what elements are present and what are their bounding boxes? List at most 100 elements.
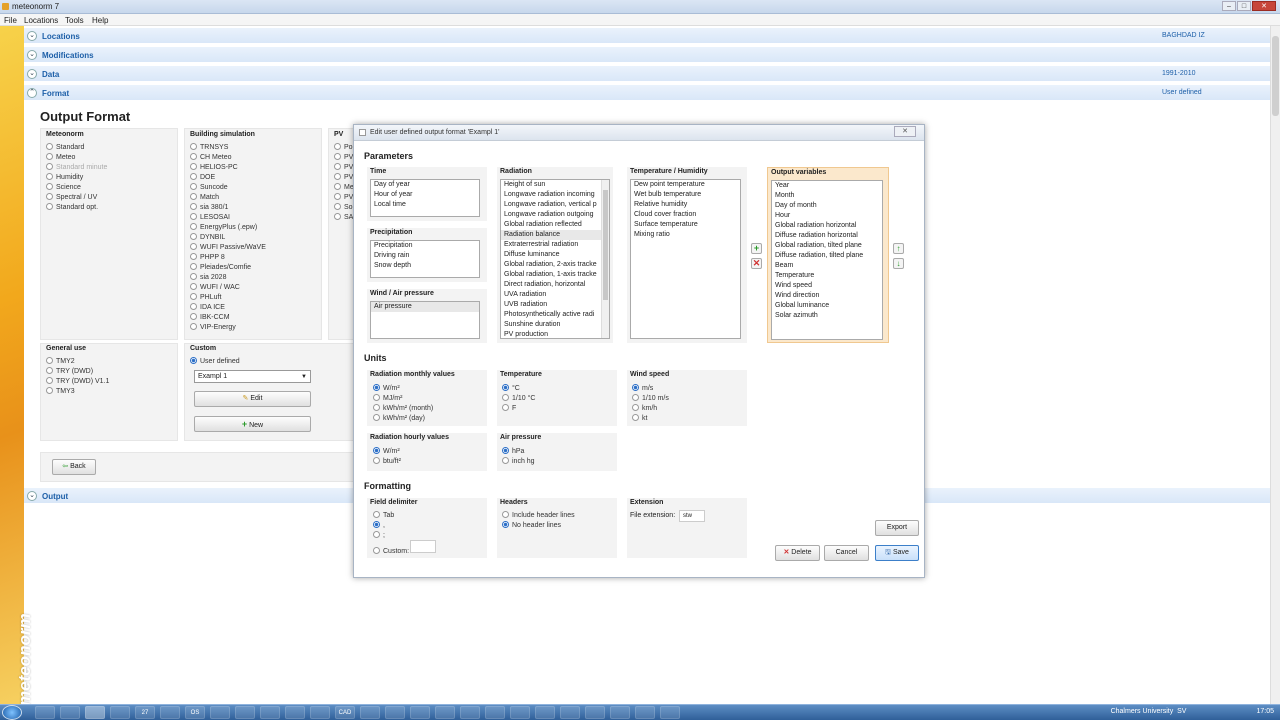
radio-temperature[interactable]: 1/10 °C — [502, 394, 535, 402]
list-item[interactable]: Height of sun — [501, 180, 609, 190]
list-item[interactable]: Sunshine duration — [501, 320, 609, 330]
radio-temperature[interactable]: °C — [502, 384, 520, 392]
radio-building-option[interactable]: HELIOS-PC — [190, 163, 238, 171]
radio-meteo[interactable]: Meteo — [46, 153, 75, 161]
radio-air-pressure[interactable]: inch hg — [502, 457, 535, 465]
radio-science[interactable]: Science — [46, 183, 81, 191]
list-item[interactable]: PV production — [501, 330, 609, 338]
taskbar-app-icon[interactable] — [585, 706, 605, 719]
list-item[interactable]: Day of year — [371, 180, 479, 190]
maximize-button[interactable]: □ — [1237, 1, 1251, 11]
list-item[interactable]: Radiation balance — [501, 230, 609, 240]
wind-list[interactable]: Air pressure — [370, 301, 480, 339]
taskbar-app-icon[interactable] — [660, 706, 680, 719]
taskbar-app-icon[interactable] — [35, 706, 55, 719]
list-item[interactable]: Temperature — [772, 271, 882, 281]
radio-rad-hourly[interactable]: W/m² — [373, 447, 400, 455]
radiation-list[interactable]: Height of sun Longwave radiation incoming… — [500, 179, 610, 339]
menu-locations[interactable]: Locations — [24, 16, 58, 25]
list-item[interactable]: Hour of year — [371, 190, 479, 200]
taskbar-app-icon[interactable] — [510, 706, 530, 719]
taskbar-app-icon[interactable] — [610, 706, 630, 719]
radio-building-option[interactable]: VIP-Energy — [190, 323, 236, 331]
chevron-down-icon[interactable]: ⌄ — [27, 31, 37, 41]
close-button[interactable]: ✕ — [1252, 1, 1276, 11]
list-item[interactable]: Air pressure — [371, 302, 479, 312]
list-item[interactable]: Direct radiation, horizontal — [501, 280, 609, 290]
precipitation-list[interactable]: Precipitation Driving rain Snow depth — [370, 240, 480, 278]
radio-pv-option[interactable]: So — [334, 203, 353, 211]
taskbar-app-icon[interactable] — [385, 706, 405, 719]
radio-try-dwd[interactable]: TRY (DWD) — [46, 367, 93, 375]
radio-field-delimiter[interactable]: Custom: — [373, 547, 409, 555]
list-item[interactable]: Month — [772, 191, 882, 201]
taskbar-app-icon[interactable] — [435, 706, 455, 719]
radio-building-option[interactable]: CH Meteo — [190, 153, 232, 161]
taskbar-app-icon[interactable] — [160, 706, 180, 719]
time-list[interactable]: Day of year Hour of year Local time — [370, 179, 480, 217]
list-item[interactable]: Diffuse radiation, tilted plane — [772, 251, 882, 261]
list-item[interactable]: Relative humidity — [631, 200, 740, 210]
menu-file[interactable]: File — [4, 16, 17, 25]
chevron-down-icon[interactable]: ⌄ — [27, 50, 37, 60]
export-button[interactable]: Export — [875, 520, 919, 536]
radio-wind-speed[interactable]: m/s — [632, 384, 653, 392]
radio-pv-option[interactable]: SA — [334, 213, 353, 221]
chevron-down-icon[interactable]: ⌄ — [27, 69, 37, 79]
radio-building-option[interactable]: WUFI Passive/WaVE — [190, 243, 266, 251]
radio-building-option[interactable]: EnergyPlus (.epw) — [190, 223, 257, 231]
back-button[interactable]: ⇦ Back — [52, 459, 96, 475]
list-item[interactable]: Photosynthetically active radi — [501, 310, 609, 320]
radio-building-option[interactable]: TRNSYS — [190, 143, 228, 151]
menu-help[interactable]: Help — [92, 16, 108, 25]
radio-pv-option[interactable]: PV — [334, 163, 353, 171]
list-item[interactable]: Hour — [772, 211, 882, 221]
radio-air-pressure[interactable]: hPa — [502, 447, 524, 455]
section-data[interactable]: ⌄ Data 1991-2010 — [24, 66, 1270, 82]
list-item[interactable]: Wind speed — [772, 281, 882, 291]
dialog-close-button[interactable]: ✕ — [894, 126, 916, 137]
taskbar-app-icon[interactable] — [460, 706, 480, 719]
section-modifications[interactable]: ⌄ Modifications — [24, 47, 1270, 63]
radio-wind-speed[interactable]: kt — [632, 414, 647, 422]
radio-building-option[interactable]: DOE — [190, 173, 215, 181]
radio-building-option[interactable]: DYNBIL — [190, 233, 225, 241]
radio-pv-option[interactable]: Po — [334, 143, 353, 151]
radio-building-option[interactable]: PHLuft — [190, 293, 221, 301]
taskbar-app-icon[interactable]: 27 — [135, 706, 155, 719]
radio-building-option[interactable]: LESOSAI — [190, 213, 230, 221]
list-item[interactable]: Global luminance — [772, 301, 882, 311]
list-item[interactable]: Cloud cover fraction — [631, 210, 740, 220]
extension-input[interactable]: stw — [679, 510, 705, 522]
taskbar-app-icon[interactable]: CAD — [335, 706, 355, 719]
list-item[interactable]: Global radiation reflected — [501, 220, 609, 230]
delete-button[interactable]: ✕ Delete — [775, 545, 820, 561]
minimize-button[interactable]: – — [1222, 1, 1236, 11]
radio-headers[interactable]: Include header lines — [502, 511, 575, 519]
taskbar-app-icon[interactable] — [485, 706, 505, 719]
list-item[interactable]: Longwave radiation, vertical p — [501, 200, 609, 210]
taskbar-app-icon[interactable] — [310, 706, 330, 719]
list-item[interactable]: Diffuse luminance — [501, 250, 609, 260]
language-indicator[interactable]: SV — [1177, 708, 1186, 715]
scrollbar-thumb[interactable] — [1272, 36, 1279, 116]
taskbar-app-icon[interactable] — [535, 706, 555, 719]
output-variables-list[interactable]: Year Month Day of month Hour Global radiatio… — [771, 180, 883, 340]
radio-pv-option[interactable]: PV — [334, 193, 353, 201]
taskbar-app-icon[interactable] — [260, 706, 280, 719]
radio-building-option[interactable]: sia 2028 — [190, 273, 226, 281]
radio-rad-monthly[interactable]: W/m² — [373, 384, 400, 392]
new-button[interactable]: + New — [194, 416, 311, 432]
radio-spectral-uv[interactable]: Spectral / UV — [46, 193, 97, 201]
taskbar-app-icon[interactable] — [635, 706, 655, 719]
radio-rad-monthly[interactable]: kWh/m² (month) — [373, 404, 433, 412]
taskbar-app-icon[interactable] — [60, 706, 80, 719]
format-select[interactable]: Exampl 1 ▼ — [194, 370, 311, 383]
section-locations[interactable]: ⌄ Locations BAGHDAD IZ — [24, 28, 1270, 44]
main-scrollbar[interactable] — [1270, 26, 1280, 704]
list-item[interactable]: Beam — [772, 261, 882, 271]
add-variable-button[interactable]: + — [751, 243, 762, 254]
taskbar-app-icon[interactable] — [560, 706, 580, 719]
radio-building-option[interactable]: PHPP 8 — [190, 253, 225, 261]
radio-pv-option[interactable]: Me — [334, 183, 354, 191]
